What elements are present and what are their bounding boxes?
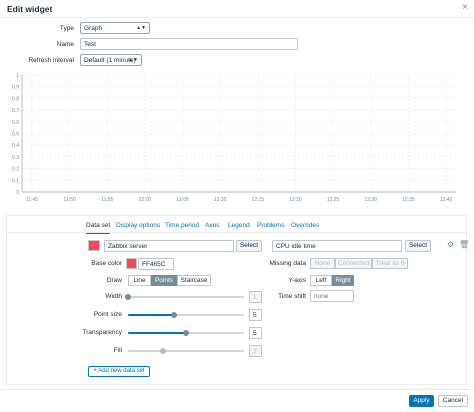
base-color-swatch[interactable] xyxy=(126,258,137,269)
y-axis-option-left[interactable]: Left xyxy=(310,275,332,286)
missing-option-connected[interactable]: Connected xyxy=(335,258,372,269)
host-pattern-input[interactable]: Zabbix server xyxy=(104,240,234,252)
x-tick-label: 12:05 xyxy=(176,197,189,203)
x-tick-label: 11:55 xyxy=(101,197,113,203)
time-shift-input[interactable] xyxy=(310,290,354,302)
x-tick-label: 12:35 xyxy=(402,197,415,203)
transparency-input[interactable]: 5 xyxy=(249,327,262,339)
fill-input[interactable]: 3 xyxy=(249,345,262,357)
draw-option-line[interactable]: Line xyxy=(128,275,151,286)
item-select-button[interactable]: Select xyxy=(405,240,431,252)
trash-icon[interactable]: 🗑 xyxy=(459,240,469,249)
header-divider xyxy=(0,17,474,18)
x-tick-label: 12:40 xyxy=(440,197,453,203)
missing-option-treat-as-0[interactable]: Treat as 0 xyxy=(372,258,408,269)
draw-option-points[interactable]: Points xyxy=(151,275,177,286)
y-tick-label: 0.6 xyxy=(12,120,19,126)
fill-slider-fill xyxy=(128,350,163,352)
width-input[interactable]: 1 xyxy=(249,291,262,303)
y-tick-label: 0.3 xyxy=(12,155,19,161)
name-label: Name xyxy=(56,41,74,48)
transparency-slider-fill xyxy=(128,332,186,334)
x-tick-label: 12:25 xyxy=(327,197,340,203)
item-pattern-input[interactable]: CPU idle time xyxy=(272,240,402,252)
point-size-label: Point size xyxy=(93,311,122,318)
y-tick-label: 1 xyxy=(16,73,19,79)
dialog-title: Edit widget xyxy=(7,4,53,14)
draw-label: Draw xyxy=(106,277,122,284)
missing-option-none[interactable]: None xyxy=(310,258,335,269)
add-data-set-button[interactable]: + Add new data set xyxy=(88,366,150,377)
point-size-slider-handle[interactable] xyxy=(171,312,177,318)
base-color-input[interactable]: FF465C xyxy=(138,258,174,270)
x-tick-label: 12:30 xyxy=(364,197,377,203)
width-slider-handle[interactable] xyxy=(125,294,131,300)
time-shift-label: Time shift xyxy=(278,293,306,300)
footer-divider xyxy=(0,389,474,390)
y-tick-label: 0.5 xyxy=(12,132,19,138)
refresh-interval-select[interactable]: Default (1 minute) ▲▼ xyxy=(80,54,142,66)
fill-label: Fill xyxy=(113,347,122,354)
tab-divider xyxy=(7,232,466,233)
host-select-button[interactable]: Select xyxy=(236,240,262,252)
tab-problems[interactable]: Problems xyxy=(257,222,284,229)
x-tick-label: 12:10 xyxy=(214,197,227,203)
transparency-slider-handle[interactable] xyxy=(183,330,189,336)
x-tick-label: 12:15 xyxy=(252,197,265,203)
y-tick-label: 0.7 xyxy=(12,108,19,114)
type-select[interactable]: Graph ▲▼ xyxy=(80,22,150,34)
tab-legend[interactable]: Legend xyxy=(228,222,250,229)
draw-option-staircase[interactable]: Staircase xyxy=(177,275,211,286)
apply-button[interactable]: Apply xyxy=(409,395,434,407)
x-tick-label: 12:00 xyxy=(139,197,152,203)
x-tick-label: 11:45 xyxy=(26,197,38,203)
transparency-label: Transparency xyxy=(82,329,123,336)
y-tick-label: 0.4 xyxy=(12,143,19,149)
tab-time-period[interactable]: Time period xyxy=(165,222,199,229)
gear-icon[interactable]: ⚙ xyxy=(447,240,454,249)
updown-arrow-icon: ▲▼ xyxy=(136,25,146,31)
x-tick-label: 12:20 xyxy=(289,197,302,203)
missing-data-label: Missing data xyxy=(269,260,307,267)
cancel-button[interactable]: Cancel xyxy=(438,395,468,407)
y-tick-label: 0.8 xyxy=(12,96,19,102)
point-size-input[interactable]: 5 xyxy=(249,309,262,321)
type-label: Type xyxy=(59,25,74,32)
y-tick-label: 0.1 xyxy=(12,178,19,184)
fill-slider-handle[interactable] xyxy=(160,348,166,354)
y-axis-label: Y-axis xyxy=(288,277,306,284)
base-color-label: Base color xyxy=(91,260,122,267)
point-size-slider-fill xyxy=(128,314,174,316)
width-label: Width xyxy=(105,293,122,300)
dataset-color-swatch[interactable] xyxy=(88,240,100,251)
y-tick-label: 0.2 xyxy=(12,167,19,173)
tab-axes[interactable]: Axes xyxy=(205,222,219,229)
y-tick-label: 0.9 xyxy=(12,85,19,91)
tab-display-options[interactable]: Display options xyxy=(116,222,160,229)
name-input[interactable]: Test xyxy=(80,38,298,50)
width-slider-track xyxy=(128,296,244,298)
edit-widget-dialog: Edit widget × Type Graph ▲▼ Name Test Re… xyxy=(0,0,474,412)
x-tick-label: 11:50 xyxy=(64,197,76,203)
type-select-value: Graph xyxy=(84,25,103,32)
close-icon[interactable]: × xyxy=(462,2,468,13)
refresh-interval-label: Refresh interval xyxy=(28,57,74,64)
y-tick-label: 0 xyxy=(16,190,19,196)
y-axis-option-right[interactable]: Right xyxy=(332,275,354,286)
tab-overrides[interactable]: Overrides xyxy=(291,222,319,229)
updown-arrow-icon: ▲▼ xyxy=(128,57,138,63)
graph-preview: 0 0.1 0.2 0.3 0.4 0.5 0.6 0.7 0.8 0.9 1 11:45 11:50 1… xyxy=(12,73,456,203)
